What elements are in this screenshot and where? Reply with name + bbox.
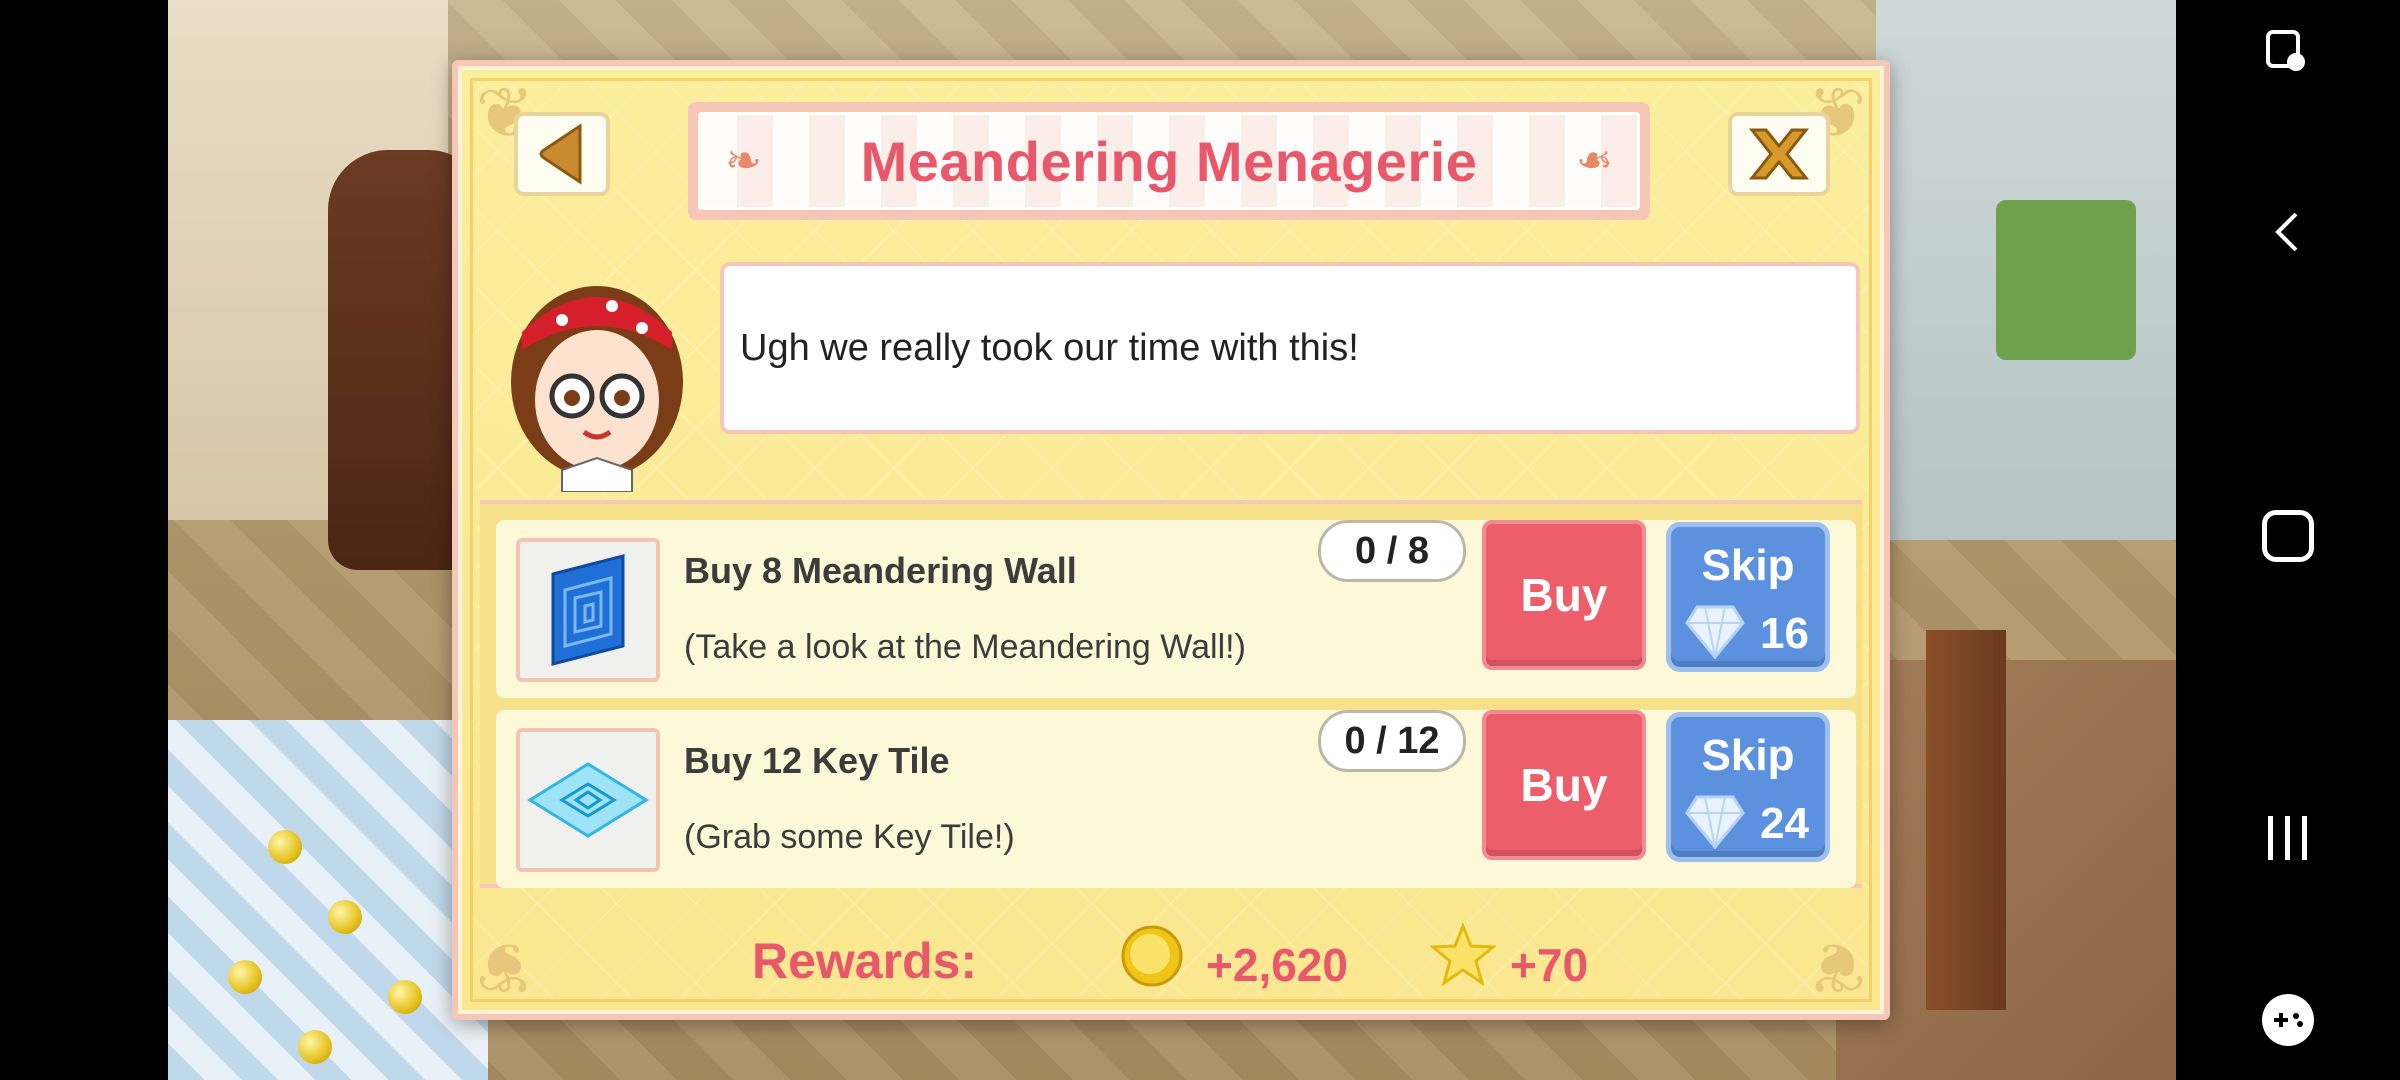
coin-icon <box>1121 925 1183 987</box>
close-icon <box>1748 128 1810 180</box>
skip-cost: 24 <box>1760 799 1809 848</box>
task-list: Buy 8 Meandering Wall (Take a look at th… <box>480 500 1862 888</box>
skip-label: Skip <box>1701 541 1795 590</box>
home-icon[interactable] <box>2262 510 2314 562</box>
task-progress-badge: 0 / 8 <box>1318 520 1466 582</box>
back-chevron-icon[interactable] <box>2264 208 2312 256</box>
coin-decoration <box>328 900 362 934</box>
rewards-bar: Rewards: +2,620 +70 <box>480 912 1862 1008</box>
star-reward-value: +70 <box>1510 939 1589 991</box>
quest-dialog: ❦ ❦ ❦ ❦ ❧ Meandering Menagerie ❧ Ugh we … <box>452 60 1890 1020</box>
coin-reward-value: +2,620 <box>1206 939 1348 991</box>
key-tile-icon <box>527 762 649 838</box>
close-button[interactable] <box>1728 112 1830 196</box>
accessibility-icon[interactable] <box>2264 28 2312 76</box>
star-icon <box>1430 922 1496 987</box>
back-button[interactable] <box>514 112 610 196</box>
flower-planter <box>1996 200 2136 360</box>
coin-decoration <box>228 960 262 994</box>
task-description: (Grab some Key Tile!) <box>684 818 1015 856</box>
speech-bubble: Ugh we really took our time with this! <box>720 262 1860 434</box>
buy-button[interactable]: Buy <box>1482 520 1646 670</box>
page-title: Meandering Menagerie <box>860 129 1478 193</box>
flourish-icon: ❧ <box>1576 136 1613 186</box>
left-arrow-icon <box>539 123 582 185</box>
coin-decoration <box>298 1030 332 1064</box>
task-thumbnail <box>516 728 660 872</box>
task-progress-badge: 0 / 12 <box>1318 710 1466 772</box>
character-avatar <box>502 262 692 493</box>
coin-decoration <box>388 980 422 1014</box>
buy-button[interactable]: Buy <box>1482 710 1646 860</box>
gem-icon <box>1685 795 1745 849</box>
system-navigation-bar <box>2176 0 2400 1080</box>
task-row: Buy 12 Key Tile (Grab some Key Tile!) 0 … <box>496 710 1856 888</box>
wooden-pillar <box>1926 630 2006 1010</box>
task-name: Buy 12 Key Tile <box>684 740 950 781</box>
task-row: Buy 8 Meandering Wall (Take a look at th… <box>496 520 1856 698</box>
coin-decoration <box>268 830 302 864</box>
task-thumbnail <box>516 538 660 682</box>
gem-icon <box>1685 605 1745 659</box>
meandering-wall-icon <box>551 554 625 666</box>
task-name: Buy 8 Meandering Wall <box>684 550 1077 591</box>
background-floor-left <box>168 720 488 1080</box>
flourish-icon: ❧ <box>725 136 762 186</box>
dialog-message: Ugh we really took our time with this! <box>740 326 1359 369</box>
skip-cost: 16 <box>1760 609 1809 658</box>
game-tools-icon[interactable] <box>2260 992 2316 1048</box>
recents-icon[interactable] <box>2262 812 2314 864</box>
skip-label: Skip <box>1701 731 1795 780</box>
rewards-label: Rewards: <box>752 933 978 989</box>
title-banner: ❧ Meandering Menagerie ❧ <box>688 102 1650 220</box>
skip-button[interactable]: Skip 24 <box>1666 712 1830 862</box>
task-description: (Take a look at the Meandering Wall!) <box>684 628 1246 666</box>
skip-button[interactable]: Skip 16 <box>1666 522 1830 672</box>
